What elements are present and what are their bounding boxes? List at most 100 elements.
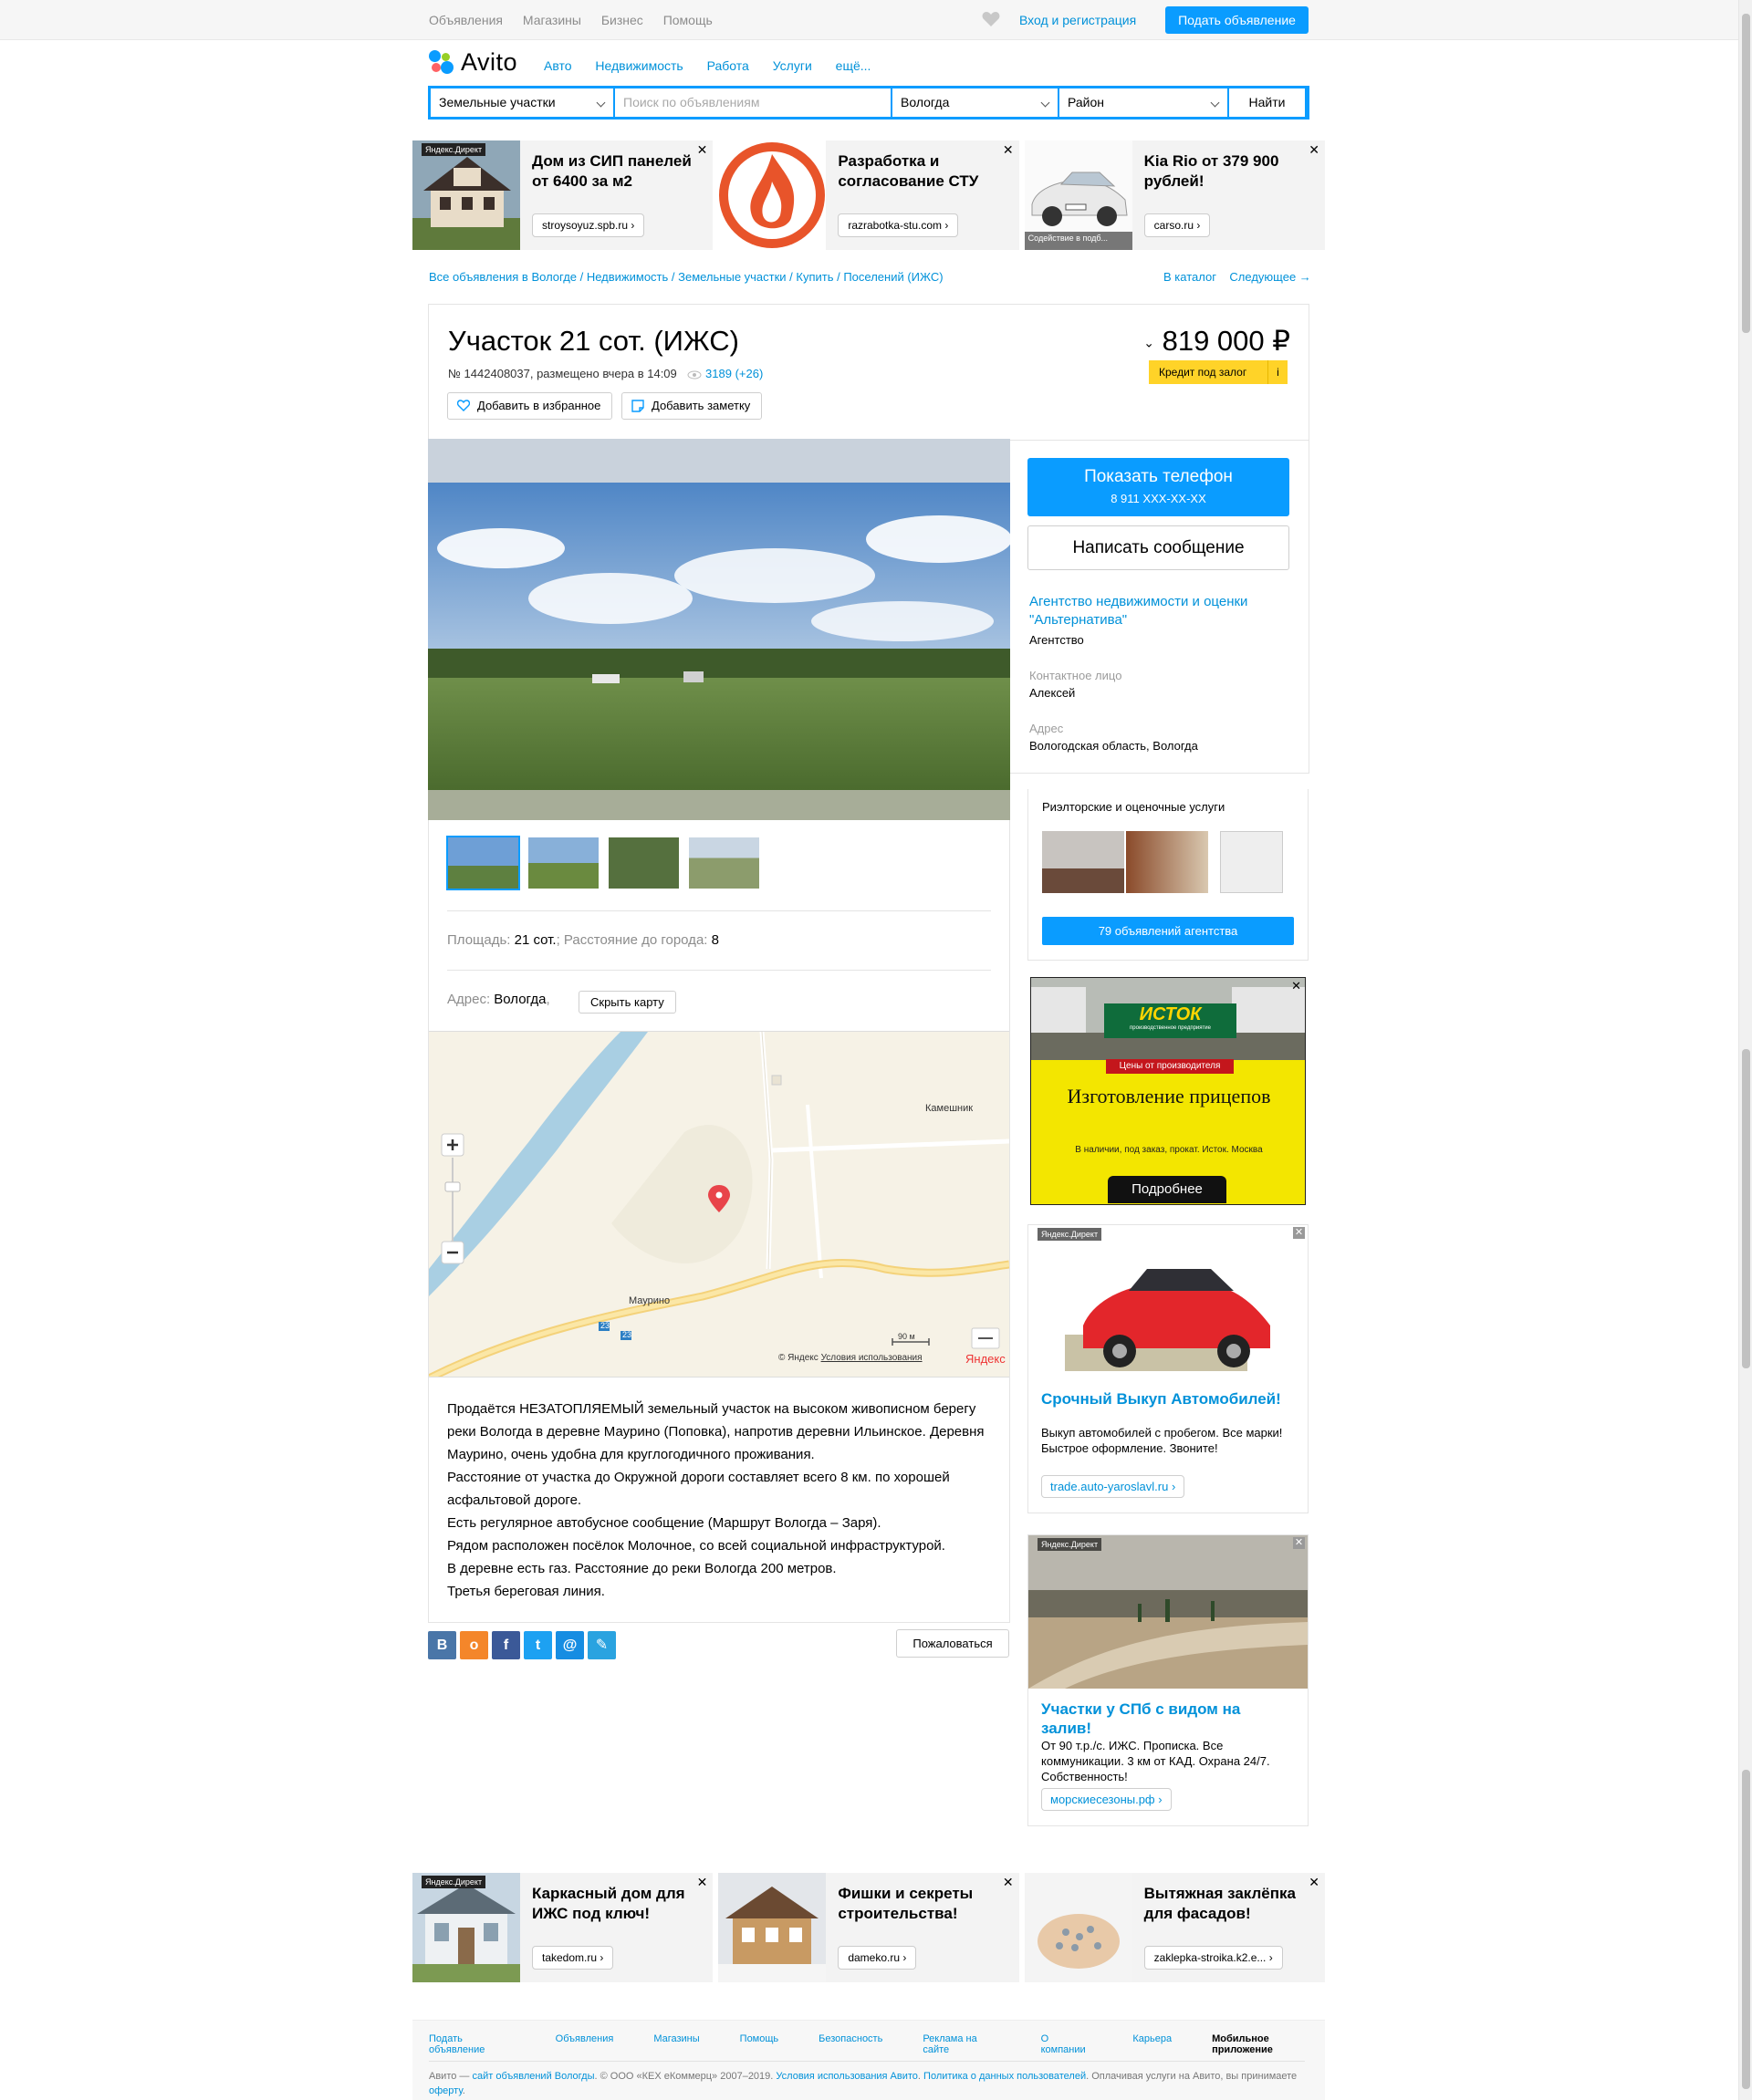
copy-policy-link[interactable]: Политика о данных пользователей	[923, 2071, 1086, 2082]
district-select[interactable]: Район	[1059, 88, 1227, 117]
top-ad-domain[interactable]: razrabotka-stu.com ›	[838, 213, 959, 237]
footer-link[interactable]: Магазины	[653, 2033, 699, 2055]
show-phone-button[interactable]: Показать телефон 8 911 XXX-XX-XX	[1027, 458, 1289, 516]
login-link[interactable]: Вход и регистрация	[1019, 13, 1136, 27]
bottom-ad-title[interactable]: Вытяжная заклёпка для фасадов!	[1144, 1884, 1318, 1924]
footer-mobile-app-link[interactable]: Мобильное приложение	[1212, 2033, 1325, 2055]
agency-floorplan-photo[interactable]	[1220, 831, 1283, 893]
side-ad-card[interactable]: Яндекс.Директ ✕ Участки у СПб с видом на…	[1027, 1534, 1309, 1826]
footer-link[interactable]: О компании	[1041, 2033, 1093, 2055]
close-icon[interactable]: ✕	[1293, 1537, 1305, 1549]
thumbnail[interactable]	[446, 836, 520, 890]
istok-banner[interactable]: ИСТОК производственное предприятие Цены …	[1030, 977, 1306, 1205]
complain-button[interactable]: Пожаловаться	[896, 1629, 1009, 1658]
footer-link[interactable]: Подать объявление	[429, 2033, 516, 2055]
search-input[interactable]: Поиск по объявлениям	[615, 88, 891, 117]
top-ad-title[interactable]: Kia Rio от 379 900 рублей!	[1144, 151, 1318, 192]
footer-link[interactable]: Реклама на сайте	[923, 2033, 1000, 2055]
livejournal-icon[interactable]: ✎	[588, 1631, 616, 1659]
credit-badge[interactable]: Кредит под залог i	[1149, 360, 1288, 384]
top-nav-shops[interactable]: Магазины	[523, 13, 581, 27]
bottom-ad-domain[interactable]: dameko.ru ›	[838, 1946, 917, 1970]
scrollbar-thumb-bottom[interactable]	[1742, 1770, 1750, 2089]
top-nav-business[interactable]: Бизнес	[601, 13, 643, 27]
agency-photo[interactable]	[1126, 831, 1208, 893]
top-nav-help[interactable]: Помощь	[663, 13, 713, 27]
top-ad-domain[interactable]: carso.ru ›	[1143, 213, 1211, 237]
thumbnail[interactable]	[528, 837, 599, 889]
side-ad-title[interactable]: Срочный Выкуп Автомобилей!	[1041, 1389, 1281, 1409]
close-icon[interactable]: ✕	[1003, 1875, 1014, 1890]
mailru-icon[interactable]: @	[556, 1631, 584, 1659]
add-favorite-button[interactable]: Добавить в избранное	[447, 392, 613, 420]
copy-site-link[interactable]: сайт объявлений Вологды	[472, 2071, 594, 2082]
close-icon[interactable]: ✕	[1309, 142, 1319, 158]
bottom-ad-title[interactable]: Фишки и секреты строительства!	[838, 1884, 1011, 1924]
bottom-ad-domain[interactable]: zaklepka-stroika.k2.e... ›	[1143, 1946, 1283, 1970]
nav-more[interactable]: ещё...	[836, 58, 871, 73]
top-ad-title[interactable]: Дом из СИП панелей от 6400 за м2	[532, 151, 705, 192]
copy-offer-link[interactable]: оферту	[429, 2085, 463, 2096]
nav-services[interactable]: Услуги	[773, 58, 812, 73]
hide-map-button[interactable]: Скрыть карту	[579, 991, 676, 1014]
catalog-link[interactable]: В каталог	[1163, 270, 1216, 284]
agency-photo[interactable]	[1042, 831, 1124, 893]
breadcrumb[interactable]: Все объявления в Вологде / Недвижимость …	[429, 270, 944, 284]
close-icon[interactable]: ✕	[1291, 979, 1301, 993]
nav-auto[interactable]: Авто	[544, 58, 572, 73]
close-icon[interactable]: ✕	[1003, 142, 1014, 158]
footer-link[interactable]: Безопасность	[819, 2033, 882, 2055]
footer-link[interactable]: Карьера	[1132, 2033, 1172, 2055]
top-ad-domain[interactable]: stroysoyuz.spb.ru ›	[532, 213, 645, 237]
search-button[interactable]: Найти	[1229, 88, 1305, 117]
city-select[interactable]: Вологда	[892, 88, 1058, 117]
nav-jobs[interactable]: Работа	[707, 58, 749, 73]
vk-icon[interactable]: В	[428, 1631, 456, 1659]
top-ad-card[interactable]: Яндекс.Директ Дом из СИП панелей от 6400…	[412, 140, 714, 250]
category-select[interactable]: Земельные участки	[431, 88, 613, 117]
bottom-ad-card[interactable]: Яндекс.Директ Каркасный дом для ИЖС под …	[412, 1873, 714, 1982]
nav-realty[interactable]: Недвижимость	[595, 58, 683, 73]
copy-terms-link[interactable]: Условия использования Авито	[776, 2071, 918, 2082]
yandex-map-logo[interactable]: Яндекс	[965, 1352, 1006, 1366]
map-terms-link[interactable]: Условия использования	[821, 1353, 923, 1363]
bottom-ad-card[interactable]: Фишки и секреты строительства! dameko.ru…	[718, 1873, 1019, 1982]
post-ad-button[interactable]: Подать объявление	[1165, 6, 1309, 34]
side-ad-domain[interactable]: морскиесезоны.рф ›	[1041, 1788, 1172, 1811]
facebook-icon[interactable]: f	[492, 1631, 520, 1659]
top-ad-title[interactable]: Разработка и согласование СТУ	[838, 151, 1011, 192]
favorites-heart-icon[interactable]	[982, 11, 1000, 27]
banner-more-button[interactable]: Подробнее	[1108, 1176, 1226, 1203]
page-scrollbar[interactable]	[1738, 0, 1752, 2100]
price-dropdown-icon[interactable]: ⌄	[1143, 335, 1154, 349]
main-photo[interactable]	[428, 439, 1010, 820]
top-nav-ads[interactable]: Объявления	[429, 13, 503, 27]
bottom-ad-card[interactable]: Вытяжная заклёпка для фасадов! zaklepka-…	[1024, 1873, 1325, 1982]
next-link[interactable]: Следующее →	[1229, 270, 1310, 284]
top-ad-card[interactable]: Разработка и согласование СТУ razrabotka…	[718, 140, 1019, 250]
views-count[interactable]: 3189 (+26)	[687, 367, 763, 380]
scrollbar-thumb[interactable]	[1742, 14, 1750, 333]
thumbnail[interactable]	[609, 837, 679, 889]
bottom-ad-title[interactable]: Каркасный дом для ИЖС под ключ!	[532, 1884, 705, 1924]
price[interactable]: ⌄ 819 000 ₽	[1143, 325, 1290, 358]
footer-link[interactable]: Помощь	[740, 2033, 779, 2055]
close-icon[interactable]: ✕	[697, 1875, 708, 1890]
bottom-ad-domain[interactable]: takedom.ru ›	[532, 1946, 614, 1970]
agency-ads-button[interactable]: 79 объявлений агентства	[1042, 917, 1294, 945]
thumbnail[interactable]	[689, 837, 759, 889]
close-icon[interactable]: ✕	[1309, 1875, 1319, 1890]
side-ad-card[interactable]: Яндекс.Директ ✕ Срочный Выкуп Автомобиле…	[1027, 1224, 1309, 1513]
add-note-button[interactable]: Добавить заметку	[621, 392, 763, 420]
close-icon[interactable]: ✕	[697, 142, 708, 158]
footer-link[interactable]: Объявления	[556, 2033, 614, 2055]
twitter-icon[interactable]: t	[524, 1631, 552, 1659]
odnoklassniki-icon[interactable]: о	[460, 1631, 488, 1659]
location-map[interactable]: Камешник Маурино 23 23 90 м © Яндекс Усл…	[429, 1031, 1009, 1377]
write-message-button[interactable]: Написать сообщение	[1027, 525, 1289, 570]
scrollbar-thumb-lower[interactable]	[1742, 1049, 1750, 1368]
seller-name[interactable]: Агентство недвижимости и оценки "Альтерн…	[1029, 593, 1285, 629]
top-ad-card[interactable]: Содействие в подб... Kia Rio от 379 900 …	[1024, 140, 1325, 250]
side-ad-title[interactable]: Участки у СПб с видом на залив!	[1041, 1700, 1242, 1738]
side-ad-domain[interactable]: trade.auto-yaroslavl.ru ›	[1041, 1475, 1185, 1498]
